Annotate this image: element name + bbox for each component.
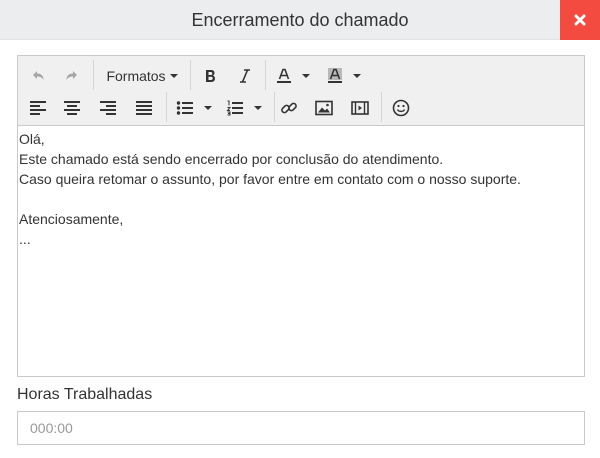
toolbar-separator	[265, 60, 266, 90]
text-color-icon	[277, 68, 291, 83]
close-button[interactable]	[560, 0, 600, 40]
close-ticket-dialog: Encerramento do chamado Formatos Olá, Es…	[0, 0, 600, 458]
smiley-icon	[392, 99, 410, 117]
bold-icon	[206, 70, 215, 82]
numbered-list-button[interactable]	[222, 94, 266, 122]
editor-line: Atenciosamente,	[19, 211, 124, 227]
undo-icon	[33, 71, 44, 80]
align-justify-button[interactable]	[130, 94, 158, 122]
chevron-down-icon	[353, 74, 361, 78]
dialog-header: Encerramento do chamado	[0, 0, 600, 40]
dialog-title: Encerramento do chamado	[191, 10, 409, 30]
image-button[interactable]	[310, 94, 338, 122]
bullet-list-button[interactable]	[172, 94, 216, 122]
align-justify-icon	[136, 101, 152, 115]
italic-button[interactable]	[231, 62, 259, 90]
align-right-icon	[100, 101, 116, 115]
hours-worked-input[interactable]	[17, 411, 585, 445]
chevron-down-icon	[254, 106, 262, 110]
redo-icon	[66, 71, 77, 80]
link-button[interactable]	[275, 94, 303, 122]
align-right-button[interactable]	[94, 94, 122, 122]
background-color-button[interactable]	[322, 62, 366, 90]
editor-line	[19, 189, 584, 209]
editor-toolbar: Formatos	[18, 56, 584, 126]
align-center-button[interactable]	[58, 94, 86, 122]
undo-button[interactable]	[24, 62, 52, 90]
media-button[interactable]	[346, 94, 374, 122]
editor-line: ...	[19, 231, 31, 247]
link-icon	[281, 102, 297, 114]
align-left-button[interactable]	[24, 94, 52, 122]
editor-line: Caso queira retomar o assunto, por favor…	[19, 171, 521, 187]
formats-dropdown[interactable]: Formatos	[101, 62, 183, 90]
chevron-down-icon	[169, 74, 178, 78]
text-color-button[interactable]	[271, 62, 315, 90]
formats-label: Formatos	[106, 68, 166, 84]
close-x-icon	[574, 14, 586, 26]
toolbar-separator	[190, 60, 191, 90]
numbered-list-icon	[226, 100, 243, 116]
italic-icon	[240, 69, 250, 83]
editor-line: Este chamado está sendo encerrado por co…	[19, 151, 444, 167]
toolbar-separator	[93, 60, 94, 90]
align-center-icon	[64, 101, 80, 115]
chevron-down-icon	[204, 106, 212, 110]
toolbar-separator	[381, 92, 382, 122]
background-color-icon	[328, 68, 342, 83]
redo-button[interactable]	[58, 62, 86, 90]
image-icon	[315, 100, 333, 116]
bold-button[interactable]	[196, 62, 224, 90]
editor-content[interactable]: Olá, Este chamado está sendo encerrado p…	[18, 127, 584, 376]
hours-worked-label: Horas Trabalhadas	[17, 386, 153, 403]
toolbar-separator	[166, 92, 167, 122]
media-icon	[351, 101, 369, 115]
bullet-list-icon	[176, 101, 193, 115]
chevron-down-icon	[302, 74, 310, 78]
align-left-icon	[30, 101, 46, 115]
editor-line: Olá,	[19, 131, 45, 147]
emoticons-button[interactable]	[387, 94, 415, 122]
rich-text-editor: Formatos Olá, Este chamado está sendo en…	[17, 55, 585, 377]
